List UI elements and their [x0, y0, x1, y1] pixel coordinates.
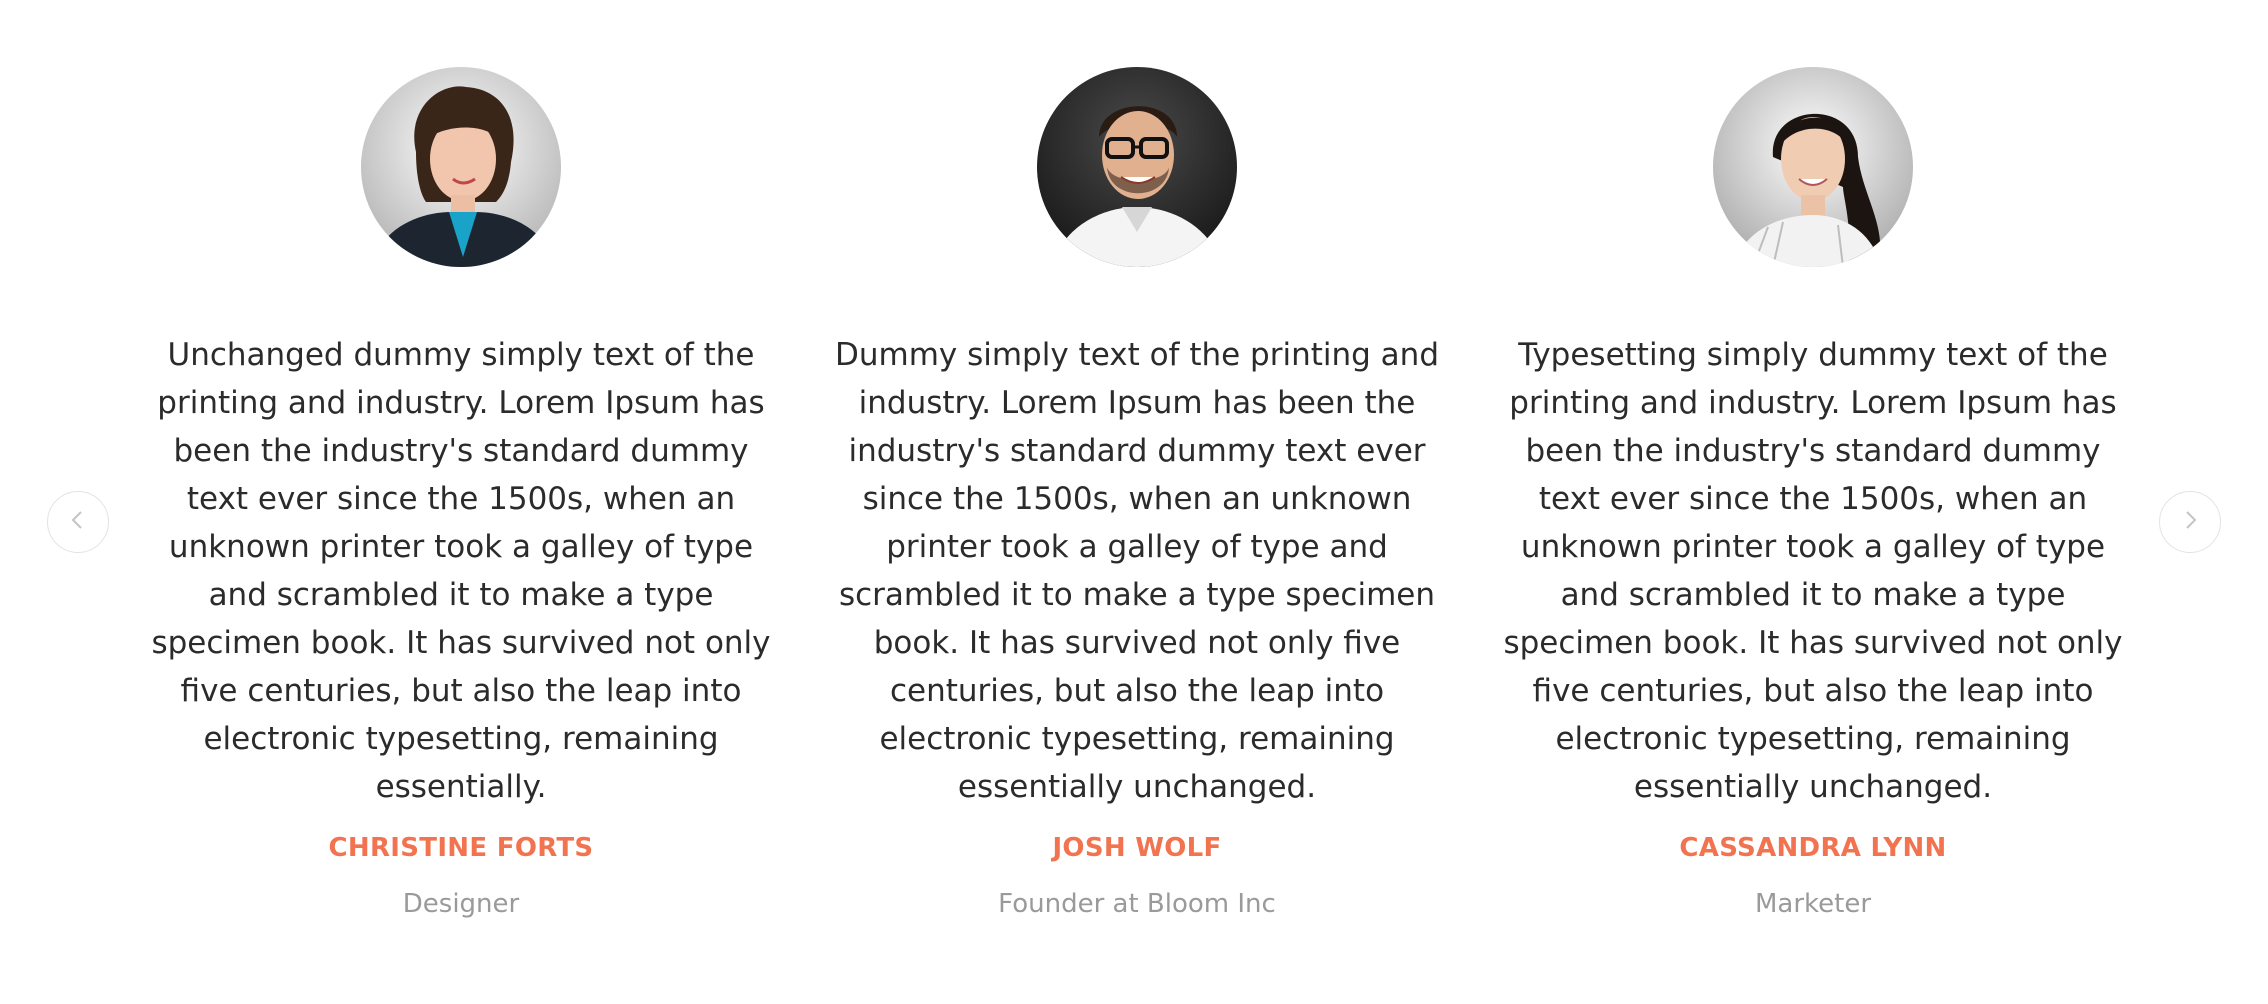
testimonial-card: Dummy simply text of the printing and in… — [817, 67, 1457, 919]
testimonial-carousel: Unchanged dummy simply text of the print… — [0, 0, 2268, 1004]
chevron-right-icon — [2179, 509, 2201, 535]
testimonial-quote: Dummy simply text of the printing and in… — [834, 337, 1439, 805]
chevron-left-icon — [67, 509, 89, 535]
testimonial-quote: Typesetting simply dummy text of the pri… — [1503, 337, 2123, 805]
avatar — [361, 67, 561, 267]
avatar — [1713, 67, 1913, 267]
testimonial-quote: Unchanged dummy simply text of the print… — [151, 337, 771, 805]
next-slide-button[interactable] — [2159, 491, 2221, 553]
testimonial-author-name: CHRISTINE FORTS — [328, 833, 594, 863]
testimonial-author-role: Founder at Bloom Inc — [998, 889, 1276, 919]
testimonial-card: Unchanged dummy simply text of the print… — [141, 67, 781, 919]
testimonial-author-role: Marketer — [1754, 889, 1872, 919]
testimonial-author-name: CASSANDRA LYNN — [1679, 833, 1947, 863]
avatar — [1037, 67, 1237, 267]
testimonial-author-name: JOSH WOLF — [1052, 833, 1222, 863]
testimonial-author-role: Designer — [402, 889, 520, 919]
prev-slide-button[interactable] — [47, 491, 109, 553]
testimonial-card: Typesetting simply dummy text of the pri… — [1493, 67, 2133, 919]
